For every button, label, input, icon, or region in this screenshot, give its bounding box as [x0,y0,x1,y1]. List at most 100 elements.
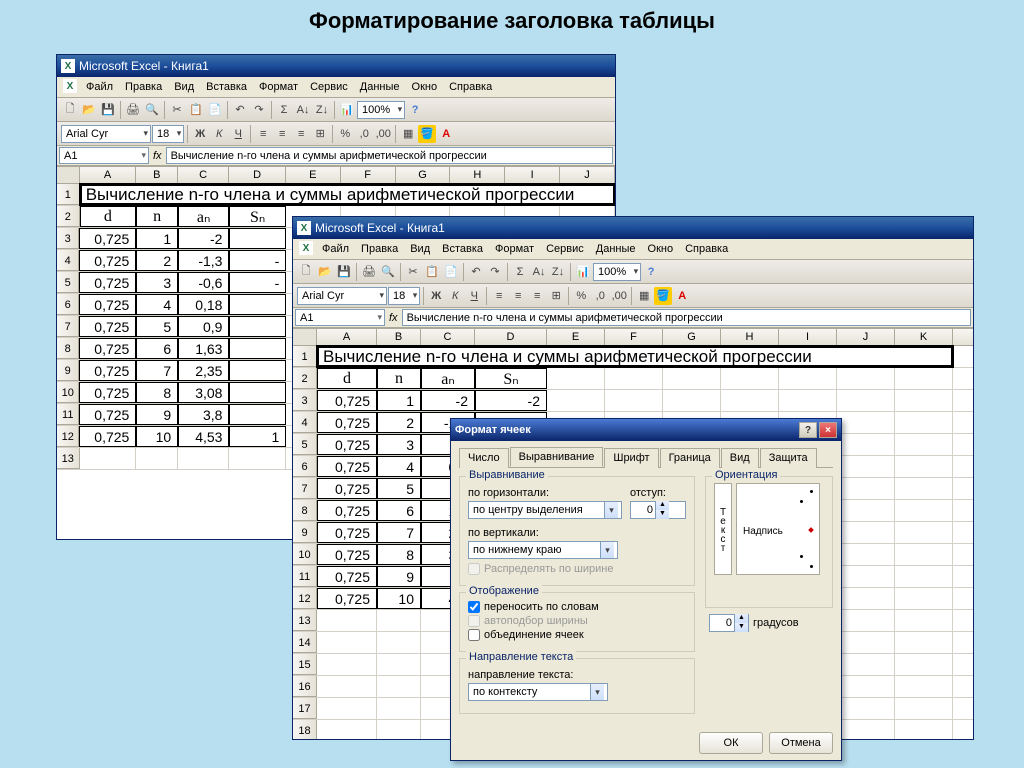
cell[interactable]: 0,725 [79,228,136,249]
cell[interactable]: 2 [136,250,178,271]
cell[interactable] [837,456,895,477]
cell[interactable] [377,720,421,739]
cell[interactable]: 0,725 [317,588,377,609]
menu-data[interactable]: Данные [355,79,405,95]
borders-icon[interactable]: ▦ [399,125,417,143]
table-header-cell[interactable]: aₙ [421,368,475,389]
merge-center-icon[interactable]: ⊞ [547,287,565,305]
row-header[interactable]: 10 [293,544,317,565]
cell[interactable]: 3 [377,434,421,455]
col-header[interactable]: I [779,329,837,345]
cut-icon[interactable]: ✂ [168,101,186,119]
help-icon[interactable]: ? [406,101,424,119]
row-header[interactable]: 3 [57,228,79,249]
cell[interactable]: 0,725 [317,566,377,587]
cell[interactable] [837,478,895,499]
cell[interactable] [837,654,895,675]
spin-up-icon[interactable]: ▲ [656,501,669,510]
cell[interactable]: 0,725 [317,500,377,521]
cell[interactable] [80,448,137,469]
menu-file[interactable]: Файл [317,241,354,257]
decimal-dec-icon[interactable]: ,00 [610,287,628,305]
tab-border[interactable]: Граница [660,448,720,468]
cell[interactable] [605,368,663,389]
col-header[interactable]: K [895,329,953,345]
col-header[interactable]: F [605,329,663,345]
cell[interactable] [837,632,895,653]
cell[interactable] [663,368,721,389]
cell[interactable] [547,390,605,411]
dialog-titlebar[interactable]: Формат ячеек ? × [451,419,841,441]
italic-icon[interactable]: К [210,125,228,143]
currency-icon[interactable]: % [572,287,590,305]
cell[interactable]: 0,725 [317,478,377,499]
cell[interactable] [837,566,895,587]
align-left-icon[interactable]: ≡ [254,125,272,143]
cell[interactable] [837,522,895,543]
open-icon[interactable]: 📂 [80,101,98,119]
spin-down-icon[interactable]: ▼ [656,510,669,519]
indent-input[interactable] [631,504,655,516]
sum-icon[interactable]: Σ [511,263,529,281]
cell[interactable]: 0,725 [79,294,136,315]
cell[interactable] [178,448,229,469]
cell[interactable] [895,456,953,477]
cell[interactable] [547,368,605,389]
cell[interactable]: 3,8 [178,404,229,425]
col-header[interactable]: C [421,329,475,345]
new-icon[interactable]: 🗋 [61,101,79,119]
cancel-button[interactable]: Отмена [769,732,833,754]
name-box[interactable]: A1 [295,309,385,326]
cell[interactable] [317,698,377,719]
cell[interactable]: 0,725 [79,250,136,271]
col-header[interactable]: I [505,167,560,183]
cell[interactable]: -1,3 [178,250,229,271]
tab-protection[interactable]: Защита [760,448,817,468]
cell[interactable] [317,610,377,631]
currency-icon[interactable]: % [336,125,354,143]
cell[interactable] [837,698,895,719]
table-header-cell[interactable]: d [80,206,137,227]
redo-icon[interactable]: ↷ [250,101,268,119]
cell[interactable] [317,676,377,697]
cell[interactable] [317,632,377,653]
cell[interactable]: 1,63 [178,338,229,359]
cell[interactable] [895,588,953,609]
chart-icon[interactable]: 📊 [338,101,356,119]
row-header[interactable]: 1 [57,184,80,205]
menu-window[interactable]: Окно [643,241,679,257]
font-size-combo[interactable]: 18 [152,125,184,143]
select-all-corner[interactable] [293,329,317,345]
row-header[interactable]: 11 [293,566,317,587]
cell[interactable] [229,294,286,315]
cell[interactable]: 0,725 [79,338,136,359]
undo-icon[interactable]: ↶ [467,263,485,281]
col-header[interactable]: H [721,329,779,345]
cell[interactable] [837,390,895,411]
cell[interactable]: 0,9 [178,316,229,337]
cell[interactable]: -2 [475,390,547,411]
cell[interactable]: 5 [377,478,421,499]
menu-format[interactable]: Формат [254,79,303,95]
cell[interactable] [895,522,953,543]
cell[interactable] [895,544,953,565]
cell[interactable] [895,654,953,675]
cell[interactable] [895,368,953,389]
menubar[interactable]: X Файл Правка Вид Вставка Формат Сервис … [57,77,615,98]
orientation-dial[interactable]: Надпись [736,483,820,575]
undo-icon[interactable]: ↶ [231,101,249,119]
cell[interactable] [377,654,421,675]
cell[interactable] [229,360,286,381]
cell[interactable] [136,448,178,469]
tab-number[interactable]: Число [459,448,509,468]
cell[interactable]: 7 [377,522,421,543]
row-header[interactable]: 5 [57,272,79,293]
cell[interactable] [721,390,779,411]
cell[interactable]: 2,35 [178,360,229,381]
row-header[interactable]: 4 [57,250,79,271]
align-center-icon[interactable]: ≡ [509,287,527,305]
fill-color-icon[interactable]: 🪣 [654,287,672,305]
cell[interactable] [895,434,953,455]
font-name-combo[interactable]: Arial Cyr [297,287,387,305]
col-header[interactable]: J [560,167,615,183]
